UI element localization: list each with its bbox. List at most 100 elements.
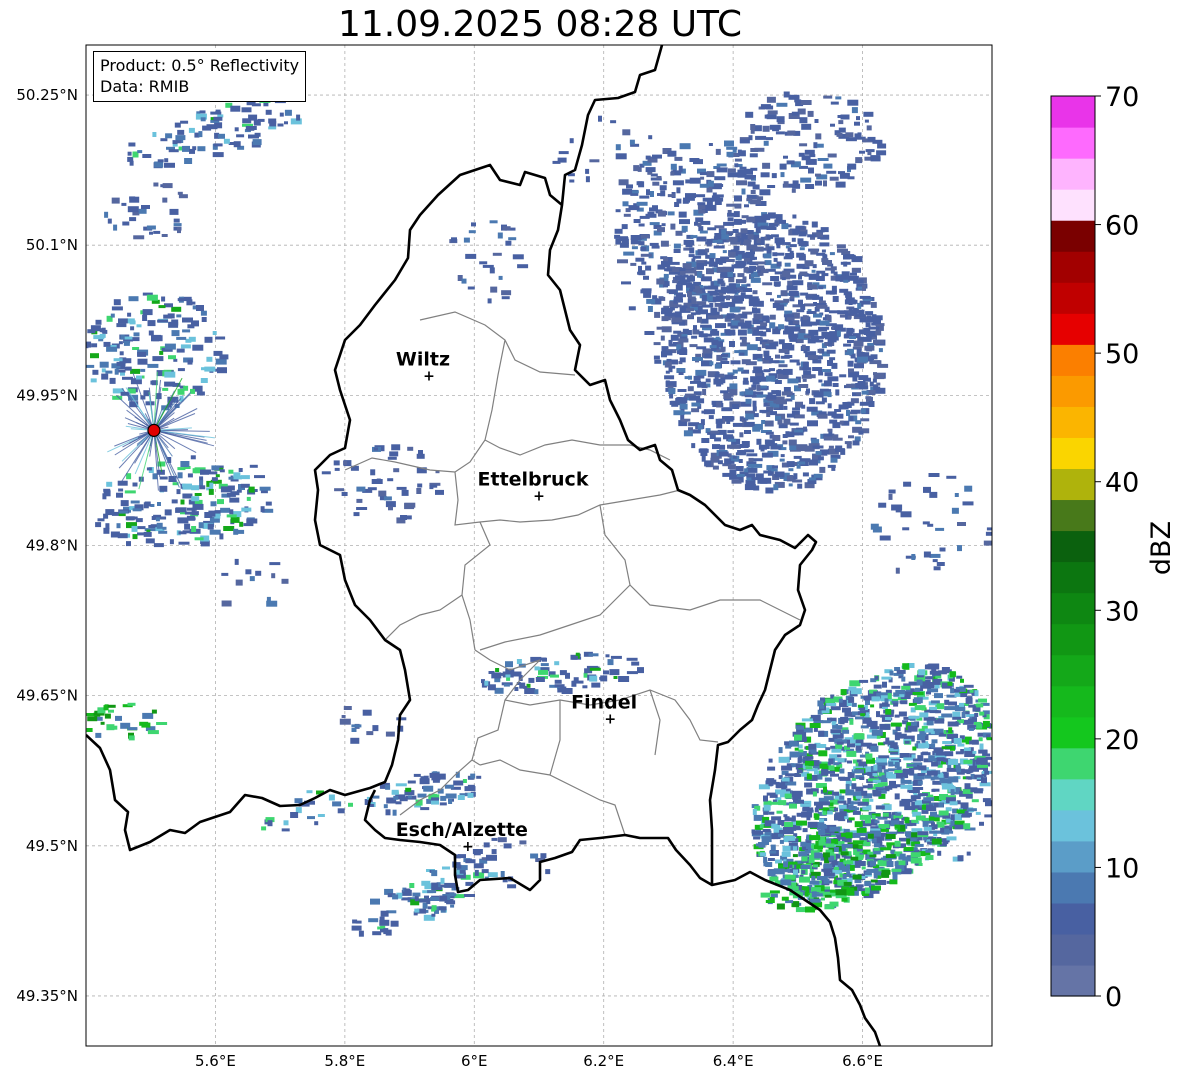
echo-cell: [667, 194, 675, 198]
echo-cell: [615, 153, 627, 160]
echo-cell: [674, 156, 683, 161]
echo-cell: [766, 137, 773, 141]
echo-cell: [860, 408, 866, 414]
echo-cell: [843, 279, 849, 283]
echo-cell: [638, 223, 645, 227]
echo-cell: [756, 438, 762, 445]
echo-cell: [764, 420, 774, 427]
lon-tick-label: 6.4°E: [713, 1052, 754, 1070]
echo-cell: [969, 740, 977, 745]
echo-cell: [374, 447, 378, 451]
echo-cell: [767, 185, 776, 188]
colorbar-tick-label: 50: [1105, 339, 1139, 370]
echo-cell: [806, 773, 812, 780]
echo-cell: [674, 311, 682, 318]
echo-cell: [356, 486, 366, 492]
echo-cell: [783, 861, 789, 868]
echo-cell: [794, 414, 802, 418]
echo-cell: [798, 384, 809, 388]
echo-cell: [182, 483, 192, 490]
echo-cell: [333, 460, 340, 466]
echo-cell: [894, 840, 901, 847]
echo-cell: [873, 386, 881, 391]
echo-cell: [755, 843, 761, 847]
echo-cell: [799, 851, 807, 857]
echo-cell: [678, 372, 684, 375]
echo-cell: [811, 891, 817, 898]
echo-cell: [157, 159, 164, 163]
echo-cell: [191, 526, 197, 532]
echo-cell: [779, 163, 787, 170]
echo-cell: [661, 223, 666, 227]
echo-cell: [717, 278, 724, 284]
echo-cell: [819, 320, 830, 326]
echo-cell: [177, 227, 181, 234]
echo-cell: [885, 854, 896, 859]
echo-cell: [778, 833, 783, 837]
echo-cell: [253, 119, 261, 126]
echo-cell: [983, 540, 992, 546]
echo-cell: [771, 173, 777, 179]
echo-cell: [875, 330, 882, 336]
echo-cell: [502, 226, 511, 231]
echo-cell: [960, 678, 964, 683]
echo-cell: [824, 904, 835, 910]
echo-cell: [95, 319, 102, 325]
echo-cell: [802, 472, 809, 477]
colorbar-tick-label: 20: [1105, 725, 1139, 756]
echo-cell: [185, 338, 192, 343]
colorbar-segment: [1051, 437, 1095, 470]
echo-cell: [821, 897, 825, 901]
echo-cell: [168, 355, 176, 360]
echo-cell: [130, 326, 135, 331]
echo-cell: [801, 718, 813, 722]
echo-cell: [950, 820, 955, 825]
echo-cell: [885, 717, 891, 720]
echo-cell: [184, 523, 191, 530]
echo-cell: [343, 461, 348, 465]
echo-cell: [713, 245, 725, 249]
echo-cell: [963, 759, 973, 764]
echo-cell: [978, 698, 987, 703]
colorbar-segment: [1051, 530, 1095, 563]
echo-cell: [435, 489, 444, 495]
echo-cell: [453, 780, 464, 786]
echo-cell: [151, 709, 157, 714]
echo-cell: [141, 205, 150, 209]
echo-cell: [177, 368, 185, 372]
echo-cell: [799, 117, 808, 124]
echo-cell: [127, 702, 136, 706]
echo-cell: [796, 445, 808, 452]
echo-cell: [751, 477, 759, 481]
echo-cell: [194, 537, 204, 541]
echo-cell: [129, 196, 136, 200]
echo-cell: [626, 671, 638, 675]
echo-cell: [727, 464, 736, 470]
echo-cell: [306, 790, 313, 794]
echo-cell: [827, 403, 832, 409]
echo-cell: [426, 898, 431, 905]
echo-cell: [743, 239, 751, 246]
echo-cell: [839, 776, 851, 781]
echo-cell: [230, 491, 240, 496]
echo-cell: [849, 807, 860, 811]
echo-cell: [846, 871, 851, 877]
echo-cell: [366, 731, 374, 736]
echo-cell: [481, 869, 489, 874]
echo-cell: [752, 809, 757, 815]
echo-cell: [199, 110, 206, 114]
echo-cell: [148, 330, 154, 336]
echo-cell: [129, 320, 136, 325]
echo-cell: [729, 341, 735, 347]
echo-cell: [696, 346, 707, 350]
echo-cell: [930, 700, 940, 704]
echo-cell: [861, 866, 866, 870]
echo-cell: [811, 269, 816, 273]
echo-cell: [372, 725, 379, 732]
echo-cell: [804, 760, 814, 766]
echo-cell: [615, 209, 621, 213]
echo-cell: [857, 801, 869, 806]
echo-cell: [863, 327, 871, 334]
echo-cell: [391, 789, 399, 795]
echo-cell: [631, 246, 638, 250]
